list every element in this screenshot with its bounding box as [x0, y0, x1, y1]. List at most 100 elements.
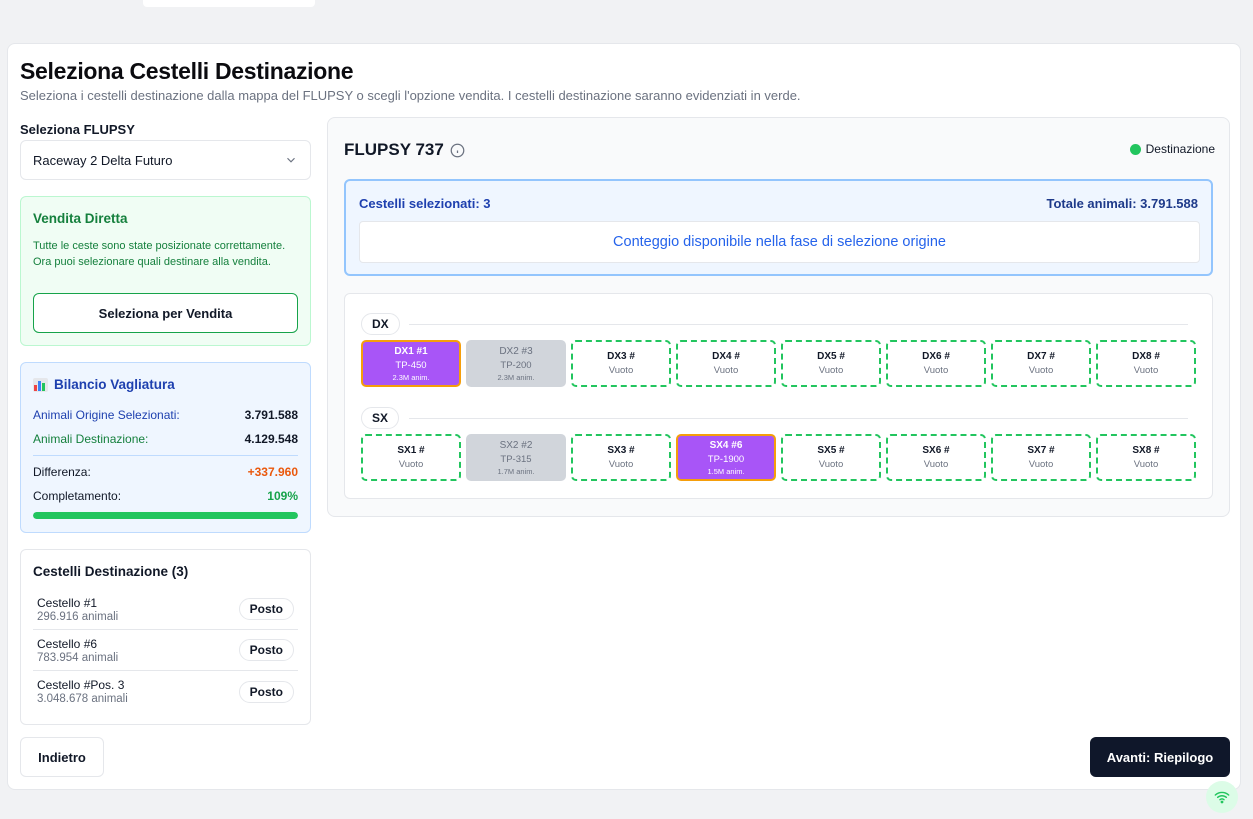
list-item: Cestello #1 296.916 animali Posto	[33, 589, 298, 630]
dest-name: Cestello #1	[37, 595, 98, 610]
status-badge: Posto	[238, 680, 294, 703]
bilancio-label: Animali Origine Selezionati:	[33, 408, 180, 422]
back-button[interactable]: Indietro	[20, 737, 104, 777]
bar-chart-icon	[33, 377, 48, 392]
total-animals: Totale animali: 3.791.588	[1046, 196, 1199, 211]
row-label-dx: DX	[361, 313, 400, 335]
divider	[33, 455, 298, 456]
basket-cell-dx2[interactable]: DX2 #3 TP-200 2.3M anim.	[466, 340, 566, 387]
seleziona-vendita-button[interactable]: Seleziona per Vendita	[33, 293, 298, 333]
basket-cell-dx8[interactable]: DX8 # Vuoto	[1096, 340, 1196, 387]
selection-summary: Cestelli selezionati: 3 Totale animali: …	[344, 179, 1213, 276]
flupsy-title: FLUPSY 737	[344, 140, 444, 159]
bilancio-label: Animali Destinazione:	[33, 432, 149, 446]
basket-label: DX6 #	[922, 350, 950, 362]
dest-animals: 3.048.678 animali	[37, 693, 128, 705]
dest-animals: 296.916 animali	[37, 610, 119, 623]
flupsy-select[interactable]: Raceway 2 Delta Futuro	[20, 140, 311, 180]
bilancio-value: +337.960	[247, 465, 298, 479]
basket-info: TP-450	[395, 359, 427, 371]
basket-cell-sx6[interactable]: SX6 # Vuoto	[886, 434, 986, 481]
next-button[interactable]: Avanti: Riepilogo	[1090, 737, 1230, 777]
list-item: Cestello #Pos. 3 3.048.678 animali Posto	[33, 671, 298, 712]
dest-animals: 783.954 animali	[37, 651, 119, 664]
legend-label: Destinazione	[1145, 142, 1215, 156]
basket-label: SX4 #6	[709, 439, 743, 451]
bilancio-row-destinazione: Animali Destinazione: 4.129.548	[33, 432, 298, 446]
basket-info: Vuoto	[608, 458, 634, 470]
basket-info: Vuoto	[713, 364, 739, 376]
dest-name: Cestello #6	[37, 636, 98, 651]
basket-info: TP-200	[500, 359, 532, 371]
flupsy-select-value: Raceway 2 Delta Futuro	[33, 152, 173, 168]
basket-info: Vuoto	[923, 458, 949, 470]
dest-title: Cestelli Destinazione (3)	[33, 564, 189, 579]
basket-info: Vuoto	[818, 364, 844, 376]
bilancio-row-origine: Animali Origine Selezionati: 3.791.588	[33, 408, 298, 422]
basket-info: Vuoto	[1133, 458, 1159, 470]
basket-cell-dx6[interactable]: DX6 # Vuoto	[886, 340, 986, 387]
bilancio-label: Differenza:	[33, 465, 91, 479]
basket-label: SX5 #	[817, 444, 845, 456]
flupsy-heading: FLUPSY 737	[344, 140, 465, 160]
basket-label: SX3 #	[607, 444, 635, 456]
flupsy-select-label: Seleziona FLUPSY	[20, 122, 135, 137]
basket-label: DX3 #	[607, 350, 635, 362]
basket-cell-sx7[interactable]: SX7 # Vuoto	[991, 434, 1091, 481]
info-icon[interactable]	[450, 143, 465, 158]
basket-cell-dx7[interactable]: DX7 # Vuoto	[991, 340, 1091, 387]
basket-label: SX2 #2	[499, 439, 533, 451]
cestelli-destinazione-panel: Cestelli Destinazione (3) Cestello #1 29…	[20, 549, 311, 725]
bilancio-value: 3.791.588	[244, 408, 298, 422]
basket-cell-dx4[interactable]: DX4 # Vuoto	[676, 340, 776, 387]
basket-label: SX1 #	[397, 444, 425, 456]
basket-label: SX6 #	[922, 444, 950, 456]
flupsy-map-panel: FLUPSY 737 Destinazione Cestelli selezio…	[327, 117, 1230, 517]
basket-info: TP-315	[500, 453, 532, 465]
basket-cell-sx4[interactable]: SX4 #6 TP-1900 1.5M anim.	[676, 434, 776, 481]
vendita-text: Tutte le ceste sono state posizionate co…	[33, 240, 286, 268]
top-tab[interactable]	[143, 0, 315, 7]
bilancio-title: Bilancio Vagliatura	[54, 377, 175, 392]
legend-dot	[1129, 143, 1141, 155]
basket-animals: 2.3M anim.	[497, 372, 535, 382]
main-card: Seleziona Cestelli Destinazione Selezion…	[7, 43, 1241, 790]
basket-cell-sx8[interactable]: SX8 # Vuoto	[1096, 434, 1196, 481]
basket-label: DX7 #	[1027, 350, 1055, 362]
basket-label: DX1 #1	[394, 345, 428, 357]
status-badge: Posto	[238, 598, 294, 620]
divider	[409, 324, 1188, 325]
list-item: Cestello #6 783.954 animali Posto	[33, 630, 298, 671]
basket-label: DX5 #	[817, 350, 845, 362]
selected-count: Cestelli selezionati: 3	[359, 196, 491, 211]
basket-label: DX4 #	[712, 350, 740, 362]
basket-info: TP-1900	[707, 453, 745, 465]
page-subtitle: Seleziona i cestelli destinazione dalla …	[20, 88, 801, 103]
vendita-diretta-panel: Vendita Diretta Tutte le ceste sono stat…	[20, 196, 311, 346]
basket-info: Vuoto	[923, 364, 949, 376]
basket-cell-sx2[interactable]: SX2 #2 TP-315 1.7M anim.	[466, 434, 566, 481]
basket-info: Vuoto	[1133, 364, 1159, 376]
basket-cell-dx3[interactable]: DX3 # Vuoto	[571, 340, 671, 387]
chevron-down-icon	[287, 157, 295, 163]
vendita-title: Vendita Diretta	[33, 211, 128, 226]
wifi-icon[interactable]	[1206, 781, 1238, 813]
progress-fill	[33, 512, 298, 519]
bilancio-label: Completamento:	[33, 489, 122, 503]
basket-cell-sx5[interactable]: SX5 # Vuoto	[781, 434, 881, 481]
dest-name: Cestello #Pos. 3	[37, 678, 125, 692]
basket-animals: 1.7M anim.	[497, 466, 535, 476]
basket-info: Vuoto	[1028, 458, 1054, 470]
count-message: Conteggio disponibile nella fase di sele…	[359, 221, 1200, 263]
basket-info: Vuoto	[608, 364, 634, 376]
basket-cell-dx5[interactable]: DX5 # Vuoto	[781, 340, 881, 387]
basket-label: SX8 #	[1132, 444, 1160, 456]
bilancio-panel: Bilancio Vagliatura Animali Origine Sele…	[20, 362, 311, 533]
bilancio-value: 4.129.548	[244, 432, 298, 446]
completion-progress-bar	[33, 512, 298, 519]
basket-cell-dx1[interactable]: DX1 #1 TP-450 2.3M anim.	[361, 340, 461, 387]
basket-cell-sx1[interactable]: SX1 # Vuoto	[361, 434, 461, 481]
basket-label: DX8 #	[1132, 350, 1160, 362]
basket-cell-sx3[interactable]: SX3 # Vuoto	[571, 434, 671, 481]
legend: Destinazione	[1129, 142, 1215, 156]
